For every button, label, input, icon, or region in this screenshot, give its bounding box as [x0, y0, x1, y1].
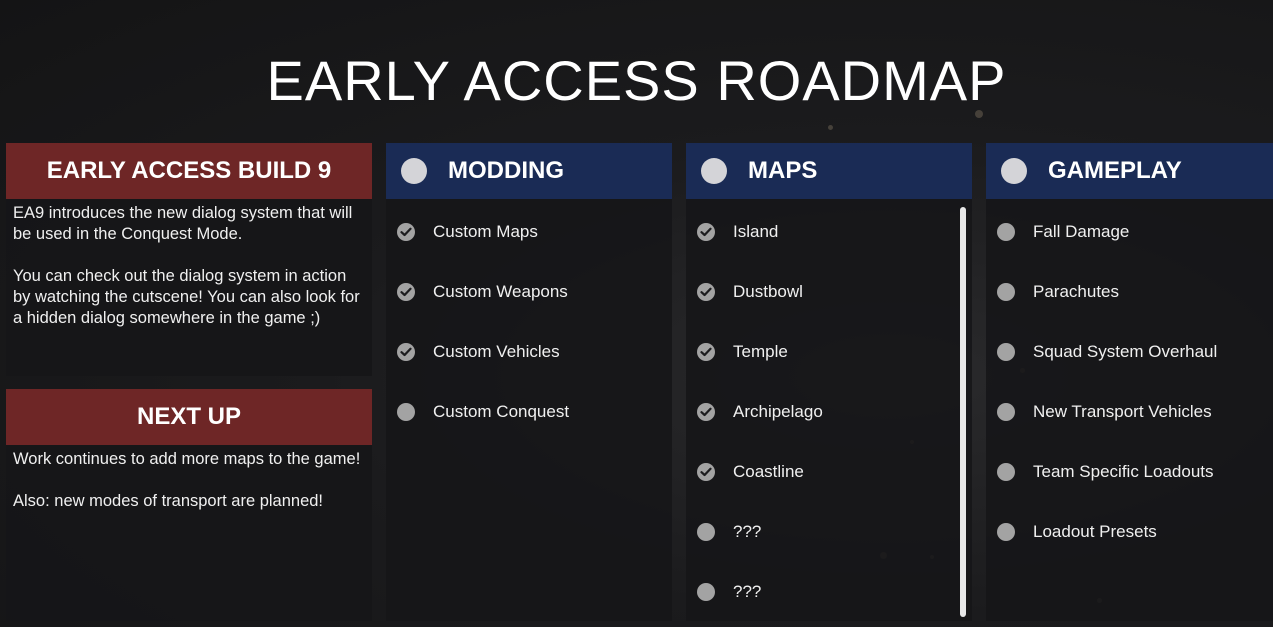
list-item: New Transport Vehicles: [986, 395, 1273, 455]
list-item: Dustbowl: [686, 275, 972, 335]
maps-header: MAPS: [686, 143, 972, 199]
list-item-label: Loadout Presets: [1033, 522, 1157, 541]
list-item-label: Custom Conquest: [433, 402, 570, 421]
list-item-label: Temple: [733, 342, 788, 361]
list-item: Island: [686, 215, 972, 275]
page-title: EARLY ACCESS ROADMAP: [266, 49, 1007, 112]
circle-icon: [997, 403, 1015, 421]
list-item: ???: [686, 575, 972, 627]
list-item-label: Coastline: [733, 462, 804, 481]
list-item: Custom Maps: [386, 215, 672, 275]
circle-icon: [697, 523, 715, 541]
circle-icon: [997, 463, 1015, 481]
next-up-description: Work continues to add more maps to the g…: [13, 450, 361, 510]
check-circle-icon: [697, 463, 715, 481]
maps-list: Island Dustbowl Temple Archipelago Coastline…: [686, 199, 972, 627]
list-item-label: ???: [733, 522, 762, 541]
build-description: EA9 introduces the new dialog system tha…: [13, 204, 360, 327]
gameplay-header: GAMEPLAY: [986, 143, 1273, 199]
check-circle-icon: [397, 343, 415, 361]
check-circle-icon: [697, 343, 715, 361]
check-circle-icon: [397, 223, 415, 241]
circle-icon: [397, 403, 415, 421]
modding-list: Custom Maps Custom Weapons Custom Vehicles…: [386, 199, 672, 455]
list-item-label: Parachutes: [1033, 282, 1119, 301]
check-circle-icon: [697, 223, 715, 241]
circle-icon: [997, 343, 1015, 361]
list-item-label: ???: [733, 582, 762, 601]
list-item: Coastline: [686, 455, 972, 515]
circle-icon: [701, 158, 727, 184]
gameplay-list: Fall Damage Parachutes Squad System Overha…: [986, 199, 1273, 575]
list-item: Custom Vehicles: [386, 335, 672, 395]
check-circle-icon: [397, 283, 415, 301]
list-item: Parachutes: [986, 275, 1273, 335]
list-item: Temple: [686, 335, 972, 395]
list-item: Squad System Overhaul: [986, 335, 1273, 395]
list-item-label: Dustbowl: [733, 282, 803, 301]
circle-icon: [997, 223, 1015, 241]
maps-column: MAPS Island Dustbowl Temple Archipelago Coas…: [686, 143, 972, 621]
next-up-panel: NEXT UP Work continues to add more maps …: [6, 389, 372, 621]
list-item: Custom Weapons: [386, 275, 672, 335]
list-item-label: Custom Maps: [433, 222, 538, 241]
maps-scrollbar[interactable]: [960, 207, 966, 617]
list-item-label: Island: [733, 222, 779, 241]
circle-icon: [697, 583, 715, 601]
gameplay-header-label: GAMEPLAY: [1048, 157, 1182, 184]
list-item-label: Custom Weapons: [433, 282, 568, 301]
list-item-label: New Transport Vehicles: [1033, 402, 1212, 421]
circle-icon: [1001, 158, 1027, 184]
list-item-label: Archipelago: [733, 402, 823, 421]
list-item-label: Team Specific Loadouts: [1033, 462, 1214, 481]
list-item-label: Squad System Overhaul: [1033, 342, 1218, 361]
list-item: Custom Conquest: [386, 395, 672, 455]
circle-icon: [997, 523, 1015, 541]
list-item: ???: [686, 515, 972, 575]
check-circle-icon: [697, 403, 715, 421]
dust-speck: [828, 125, 833, 130]
circle-icon: [997, 283, 1015, 301]
next-up-header: NEXT UP: [6, 389, 372, 445]
list-item: Team Specific Loadouts: [986, 455, 1273, 515]
list-item: Archipelago: [686, 395, 972, 455]
list-item-label: Fall Damage: [1033, 222, 1130, 241]
modding-column: MODDING Custom Maps Custom Weapons Custom …: [386, 143, 672, 621]
gameplay-column: GAMEPLAY Fall Damage Parachutes Squad Syst…: [986, 143, 1273, 621]
build-panel: EARLY ACCESS BUILD 9 EA9 introduces the …: [6, 143, 372, 376]
check-circle-icon: [697, 283, 715, 301]
modding-header-label: MODDING: [448, 157, 564, 184]
maps-header-label: MAPS: [748, 157, 818, 184]
modding-header: MODDING: [386, 143, 672, 199]
list-item: Fall Damage: [986, 215, 1273, 275]
list-item: Loadout Presets: [986, 515, 1273, 575]
circle-icon: [401, 158, 427, 184]
list-item-label: Custom Vehicles: [433, 342, 560, 361]
build-header: EARLY ACCESS BUILD 9: [6, 143, 372, 199]
